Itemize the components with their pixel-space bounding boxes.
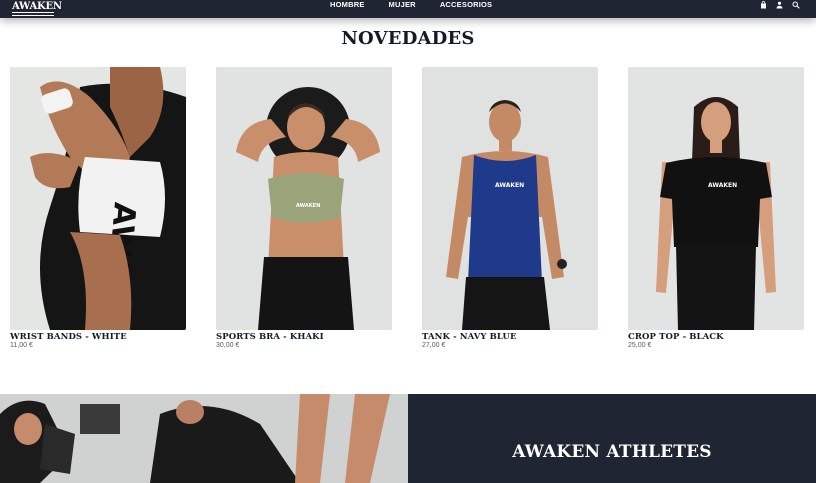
product-image[interactable]: AWAKEN bbox=[422, 67, 598, 330]
tank-print: AWAKEN bbox=[495, 182, 524, 189]
sports-bra-photo: AWAKEN bbox=[216, 67, 392, 330]
product-name[interactable]: CROP TOP - BLACK bbox=[628, 332, 804, 342]
product-name[interactable]: WRIST BANDS - WHITE bbox=[10, 332, 186, 342]
tank-photo: AWAKEN bbox=[422, 67, 598, 330]
athletes-photo bbox=[0, 394, 408, 483]
product-price: 25,00 € bbox=[628, 342, 652, 349]
nav-item-hombre[interactable]: HOMBRE bbox=[330, 0, 365, 18]
crop-top-photo: AWAKEN bbox=[628, 67, 804, 330]
nav-item-accesorios[interactable]: ACCESORIOS bbox=[440, 0, 492, 18]
product-name[interactable]: TANK - NAVY BLUE bbox=[422, 332, 598, 342]
product-card[interactable]: AWAKEN WRIST BANDS - WHITE 11,00 € bbox=[10, 67, 186, 349]
search-icon[interactable] bbox=[792, 1, 800, 9]
section-title: NOVEDADES bbox=[341, 28, 475, 49]
brand-logo[interactable]: AWAKEN bbox=[12, 1, 62, 12]
product-image[interactable]: AWAKEN bbox=[10, 67, 186, 330]
header-icons bbox=[760, 0, 800, 10]
bra-print: AWAKEN bbox=[296, 203, 320, 209]
crop-top-print: AWAKEN bbox=[708, 182, 737, 189]
product-card[interactable]: AWAKEN SPORTS BRA - KHAKI 30,00 € bbox=[216, 67, 392, 349]
logo-underline bbox=[12, 12, 54, 16]
product-name[interactable]: SPORTS BRA - KHAKI bbox=[216, 332, 392, 342]
product-price: 11,00 € bbox=[10, 342, 33, 349]
product-card[interactable]: AWAKEN TANK - NAVY BLUE 27,00 € bbox=[422, 67, 598, 349]
nav-item-mujer[interactable]: MUJER bbox=[389, 0, 416, 18]
product-card[interactable]: AWAKEN CROP TOP - BLACK 25,00 € bbox=[628, 67, 804, 349]
main-nav: HOMBRE MUJER ACCESORIOS bbox=[330, 0, 492, 18]
product-price: 27,00 € bbox=[422, 342, 446, 349]
athletes-banner[interactable]: AWAKEN ATHLETES bbox=[408, 394, 816, 483]
gym-photo bbox=[0, 394, 408, 483]
bag-icon[interactable] bbox=[760, 1, 767, 9]
top-nav-bar: AWAKEN HOMBRE MUJER ACCESORIOS bbox=[0, 0, 816, 18]
product-image[interactable]: AWAKEN bbox=[216, 67, 392, 330]
user-icon[interactable] bbox=[776, 1, 783, 9]
wristband-photo: AWAKEN bbox=[10, 67, 186, 330]
product-price: 30,00 € bbox=[216, 342, 240, 349]
product-image[interactable]: AWAKEN bbox=[628, 67, 804, 330]
banner-title: AWAKEN ATHLETES bbox=[512, 442, 712, 462]
